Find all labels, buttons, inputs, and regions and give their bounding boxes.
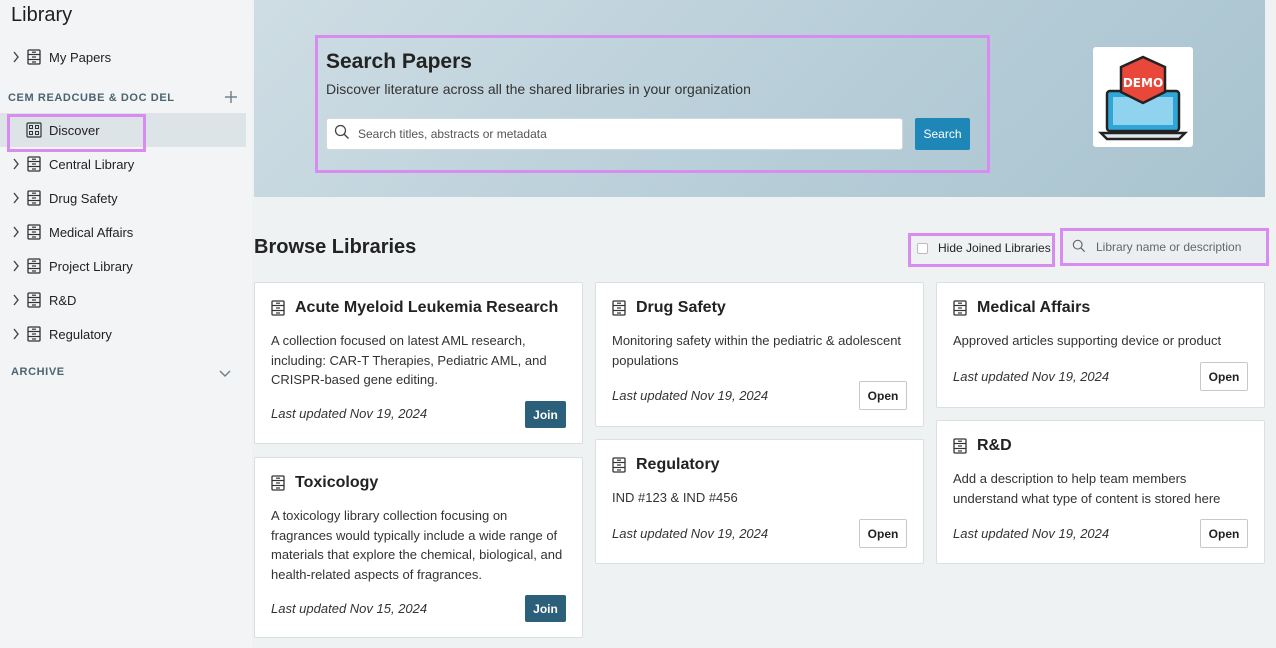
library-card-regulatory: Regulatory IND #123 & IND #456 Last upda… (595, 439, 924, 564)
sidebar-item-label: Medical Affairs (49, 224, 134, 240)
card-title-text: Acute Myeloid Leukemia Research (295, 299, 559, 316)
library-icon (953, 437, 967, 455)
sidebar-item-label: My Papers (49, 49, 112, 65)
card-last-updated: Last updated Nov 19, 2024 (953, 369, 1110, 384)
sidebar-item-medical-affairs[interactable]: Medical Affairs (0, 215, 246, 249)
card-title-text: Regulatory (636, 456, 720, 473)
card-last-updated: Last updated Nov 19, 2024 (271, 406, 428, 421)
sidebar-title: Library (11, 4, 73, 26)
join-button[interactable]: Join (525, 595, 566, 622)
chevron-right-icon[interactable] (0, 158, 24, 170)
demo-logo: DEMO (1093, 47, 1193, 147)
sidebar-item-project-library[interactable]: Project Library (0, 249, 246, 283)
join-button[interactable]: Join (525, 401, 566, 428)
library-icon (24, 188, 44, 208)
library-icon (953, 299, 967, 317)
hide-joined-toggle[interactable]: Hide Joined Libraries (913, 236, 1051, 260)
chevron-right-icon[interactable] (0, 260, 24, 272)
chevron-right-icon[interactable] (0, 226, 24, 238)
card-last-updated: Last updated Nov 15, 2024 (271, 601, 428, 616)
card-description: A toxicology library collection focusing… (271, 508, 563, 582)
sidebar-item-my-papers[interactable]: My Papers (0, 40, 246, 74)
hero-title: Search Papers (326, 50, 472, 73)
sidebar: Library My Papers CEM READCUBE & DOC DEL… (0, 0, 252, 648)
discover-icon (24, 120, 44, 140)
sidebar-item-discover[interactable]: Discover (0, 113, 246, 147)
library-icon (24, 290, 44, 310)
browse-title: Browse Libraries (254, 236, 417, 258)
card-description: Add a description to help team members u… (953, 471, 1221, 506)
hide-joined-label: Hide Joined Libraries (938, 241, 1051, 255)
library-card-drug-safety: Drug Safety Monitoring safety within the… (595, 282, 924, 427)
sidebar-item-label: Drug Safety (49, 190, 118, 206)
card-title-text: Toxicology (295, 474, 379, 491)
card-title: Toxicology (271, 474, 378, 492)
sidebar-archive-label[interactable]: ARCHIVE (11, 366, 65, 378)
sidebar-item-drug-safety[interactable]: Drug Safety (0, 181, 246, 215)
library-icon (271, 474, 285, 492)
hero-subtitle: Discover literature across all the share… (326, 81, 751, 97)
library-icon (612, 456, 626, 474)
chevron-down-icon[interactable] (218, 366, 232, 380)
paper-search-input[interactable]: Search titles, abstracts or metadata (326, 118, 903, 150)
library-card-aml: Acute Myeloid Leukemia Research A collec… (254, 282, 583, 444)
sidebar-item-central-library[interactable]: Central Library (0, 147, 246, 181)
library-icon (271, 299, 285, 317)
logo-text: DEMO (1123, 76, 1163, 90)
library-icon (612, 299, 626, 317)
card-title: Regulatory (612, 456, 720, 474)
card-description: A collection focused on latest AML resea… (271, 333, 547, 387)
sidebar-item-rnd[interactable]: R&D (0, 283, 246, 317)
sidebar-item-label: Discover (49, 122, 100, 138)
hide-joined-checkbox[interactable] (917, 242, 928, 254)
card-title: Drug Safety (612, 299, 726, 317)
search-icon (1072, 239, 1086, 256)
chevron-right-icon[interactable] (0, 51, 24, 63)
card-last-updated: Last updated Nov 19, 2024 (612, 526, 769, 541)
sidebar-item-label: Project Library (49, 258, 133, 274)
library-icon (24, 154, 44, 174)
search-icon (334, 124, 350, 145)
card-title: Acute Myeloid Leukemia Research (271, 299, 558, 317)
sidebar-item-label: Regulatory (49, 326, 112, 342)
card-title-text: Drug Safety (636, 299, 726, 316)
library-icon (24, 324, 44, 344)
card-title: Medical Affairs (953, 299, 1090, 317)
sidebar-item-regulatory[interactable]: Regulatory (0, 317, 246, 351)
card-title-text: R&D (977, 437, 1012, 454)
plus-icon[interactable] (222, 88, 240, 106)
card-description: Monitoring safety within the pediatric &… (612, 333, 902, 368)
library-card-rnd: R&D Add a description to help team membe… (936, 420, 1265, 564)
library-icon (24, 256, 44, 276)
sidebar-item-label: Central Library (49, 156, 135, 172)
card-description: Approved articles supporting device or p… (953, 333, 1222, 348)
chevron-right-icon[interactable] (0, 294, 24, 306)
library-search-input[interactable]: Library name or description (1064, 232, 1266, 262)
open-button[interactable]: Open (859, 381, 907, 410)
library-icon (24, 47, 44, 67)
library-card-medical-affairs: Medical Affairs Approved articles suppor… (936, 282, 1265, 408)
open-button[interactable]: Open (859, 519, 907, 548)
search-button[interactable]: Search (915, 118, 970, 150)
library-card-toxicology: Toxicology A toxicology library collecti… (254, 457, 583, 638)
sidebar-section-label: CEM READCUBE & DOC DEL (8, 92, 175, 104)
open-button[interactable]: Open (1200, 362, 1248, 391)
chevron-right-icon[interactable] (0, 192, 24, 204)
search-placeholder: Search titles, abstracts or metadata (358, 127, 547, 141)
library-search-placeholder: Library name or description (1096, 240, 1242, 254)
chevron-right-icon[interactable] (0, 328, 24, 340)
sidebar-item-label: R&D (49, 292, 77, 308)
card-last-updated: Last updated Nov 19, 2024 (953, 526, 1110, 541)
card-title: R&D (953, 437, 1012, 455)
card-last-updated: Last updated Nov 19, 2024 (612, 388, 769, 403)
open-button[interactable]: Open (1200, 519, 1248, 548)
card-description: IND #123 & IND #456 (612, 490, 738, 505)
card-title-text: Medical Affairs (977, 299, 1091, 316)
library-icon (24, 222, 44, 242)
